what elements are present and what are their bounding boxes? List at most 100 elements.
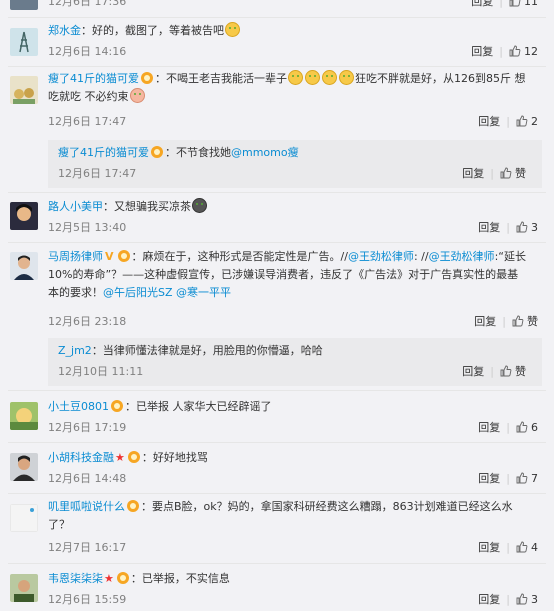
- like-button[interactable]: 赞: [512, 315, 538, 328]
- comment-item: 马周扬律师 V ：麻烦在于，这种形式是否能定性是广告。//@王劲松律师: //@王劲…: [0, 248, 554, 388]
- comment-time: 12月5日 13:40: [48, 221, 127, 234]
- star-icon: ★: [115, 451, 125, 464]
- sub-reply: 瘦了41斤的猫可爱 ：不节食找她@mmomo瘦 12月6日 17:47 回复 | 赞: [48, 140, 542, 188]
- comment-text: 郑水金：好的，截图了，等着被告吧: [48, 22, 241, 40]
- comment-username[interactable]: 瘦了41斤的猫可爱: [48, 72, 139, 85]
- reply-button[interactable]: 回复: [478, 421, 500, 434]
- comment-username[interactable]: 路人小美甲: [48, 200, 103, 213]
- like-label: 赞: [527, 315, 538, 328]
- like-button[interactable]: 6: [516, 421, 538, 434]
- like-button[interactable]: 2: [516, 115, 538, 128]
- comment-username[interactable]: 小胡科技金融: [48, 451, 114, 464]
- comment-time: 12月6日 17:47: [48, 115, 127, 128]
- reply-button[interactable]: 回复: [462, 167, 484, 180]
- like-button[interactable]: 4: [516, 541, 538, 554]
- avatar[interactable]: [10, 453, 38, 481]
- like-count: 11: [524, 0, 538, 8]
- emoji-icon: [192, 198, 207, 213]
- thumbs-up-icon: [516, 421, 528, 433]
- comment-time: 12月6日 14:48: [48, 472, 127, 485]
- reply-button[interactable]: 回复: [478, 593, 500, 606]
- comment-body: : //: [413, 250, 429, 263]
- mention-link[interactable]: @王劲松律师: [348, 250, 414, 263]
- comment-partial: 12月6日 17:36 回复 | 11: [0, 0, 554, 12]
- like-button[interactable]: 3: [516, 221, 538, 234]
- reply-username[interactable]: 瘦了41斤的猫可爱: [58, 146, 149, 159]
- comment-username[interactable]: 郑水金: [48, 24, 81, 37]
- avatar[interactable]: [10, 202, 38, 230]
- divider: [8, 17, 546, 18]
- like-count: 7: [531, 472, 538, 485]
- comment-actions: 回复 | 11: [471, 0, 538, 10]
- comment-actions: 回复 | 赞: [474, 315, 538, 328]
- reply-button[interactable]: 回复: [478, 541, 500, 554]
- avatar[interactable]: [10, 504, 38, 532]
- reply-text: Z_jm2：当律师懂法律就是好，用脸甩的你懵逼，哈哈: [58, 342, 323, 360]
- comment-username[interactable]: 韦恩柒柒柒: [48, 572, 103, 585]
- like-label: 赞: [515, 365, 526, 378]
- comment-text: 10%的寿命”？——这种虚假宣传，已涉嫌误导消费者，违反了《广告法》对于广告真实…: [48, 266, 518, 284]
- comment-text: 韦恩柒柒柒★ ：已举报，不实信息: [48, 570, 230, 588]
- emoji-icon: [339, 70, 354, 85]
- divider: [8, 442, 546, 443]
- comment-time: 12月6日 14:16: [48, 45, 127, 58]
- avatar[interactable]: [10, 0, 38, 10]
- divider: [8, 66, 546, 67]
- comment-time: 12月6日 23:18: [48, 315, 127, 328]
- reply-button[interactable]: 回复: [462, 365, 484, 378]
- like-count: 3: [531, 221, 538, 234]
- comment-text: 吃就吃 不必约束: [48, 88, 146, 106]
- comment-actions: 回复 | 7: [478, 472, 538, 485]
- emoji-icon: [225, 22, 240, 37]
- comment-text: 本的要求！@午后阳光SZ @寒一平平: [48, 284, 231, 302]
- like-button[interactable]: 11: [509, 0, 538, 8]
- thumbs-up-icon: [516, 115, 528, 127]
- like-button[interactable]: 12: [509, 45, 538, 58]
- thumbs-up-icon: [509, 0, 521, 7]
- mention-link[interactable]: @mmomo瘦: [231, 146, 299, 159]
- mention-link[interactable]: @午后阳光SZ: [103, 286, 173, 299]
- emoji-icon: [129, 88, 145, 103]
- reply-button[interactable]: 回复: [471, 45, 493, 58]
- emoji-icon: [288, 70, 303, 85]
- avatar[interactable]: [10, 76, 38, 104]
- comment-time: 12月6日 17:36: [48, 0, 127, 8]
- comment-actions: 回复 | 6: [478, 421, 538, 434]
- like-count: 3: [531, 593, 538, 606]
- reply-button[interactable]: 回复: [478, 221, 500, 234]
- member-badge-icon: [127, 451, 140, 463]
- comment-time: 12月6日 17:19: [48, 421, 127, 434]
- avatar[interactable]: [10, 28, 38, 56]
- comment-username[interactable]: 马周扬律师: [48, 250, 103, 263]
- comment-body: 10%的寿命”？——这种虚假宣传，已涉嫌误导消费者，违反了《广告法》对于广告真实…: [48, 268, 519, 281]
- comment-text: 小胡科技金融★ ：好好地找骂: [48, 449, 208, 467]
- reply-button[interactable]: 回复: [478, 115, 500, 128]
- comment-username[interactable]: 小土豆0801: [48, 400, 109, 413]
- like-button[interactable]: 3: [516, 593, 538, 606]
- reply-username[interactable]: Z_jm2: [58, 344, 92, 357]
- like-button[interactable]: 赞: [500, 365, 526, 378]
- mention-link[interactable]: @王劲松律师: [429, 250, 495, 263]
- comment-item: 小胡科技金融★ ：好好地找骂 12月6日 14:48 回复 | 7: [0, 449, 554, 495]
- comment-item: 路人小美甲：又想骗我买凉茶 12月5日 13:40 回复 | 3: [0, 198, 554, 244]
- avatar[interactable]: [10, 402, 38, 430]
- comment-text: 路人小美甲：又想骗我买凉茶: [48, 198, 208, 216]
- comment-body: ：麻烦在于，这种形式是否能定性是广告。//: [131, 250, 348, 263]
- comment-text: 瘦了41斤的猫可爱 ：不喝王老吉我能活一辈子 狂吃不胖就是好，从126到85斤 想: [48, 70, 526, 88]
- comment-item: 韦恩柒柒柒★ ：已举报，不实信息 12月6日 15:59 回复 | 3: [0, 570, 554, 611]
- avatar[interactable]: [10, 252, 38, 280]
- thumbs-up-icon: [516, 541, 528, 553]
- comment-username[interactable]: 叽里呱啦说什么: [48, 500, 125, 513]
- like-button[interactable]: 赞: [500, 167, 526, 180]
- like-count: 6: [531, 421, 538, 434]
- reply-button[interactable]: 回复: [478, 472, 500, 485]
- reply-actions: 回复 | 赞: [462, 167, 526, 180]
- comment-body: :“延长: [494, 250, 526, 263]
- avatar[interactable]: [10, 574, 38, 602]
- mention-link[interactable]: @寒一平平: [176, 286, 231, 299]
- comment-actions: 回复 | 3: [478, 593, 538, 606]
- reply-button[interactable]: 回复: [471, 0, 493, 8]
- reply-button[interactable]: 回复: [474, 315, 496, 328]
- like-button[interactable]: 7: [516, 472, 538, 485]
- comment-item: 瘦了41斤的猫可爱 ：不喝王老吉我能活一辈子 狂吃不胖就是好，从126到85斤 想 …: [0, 70, 554, 192]
